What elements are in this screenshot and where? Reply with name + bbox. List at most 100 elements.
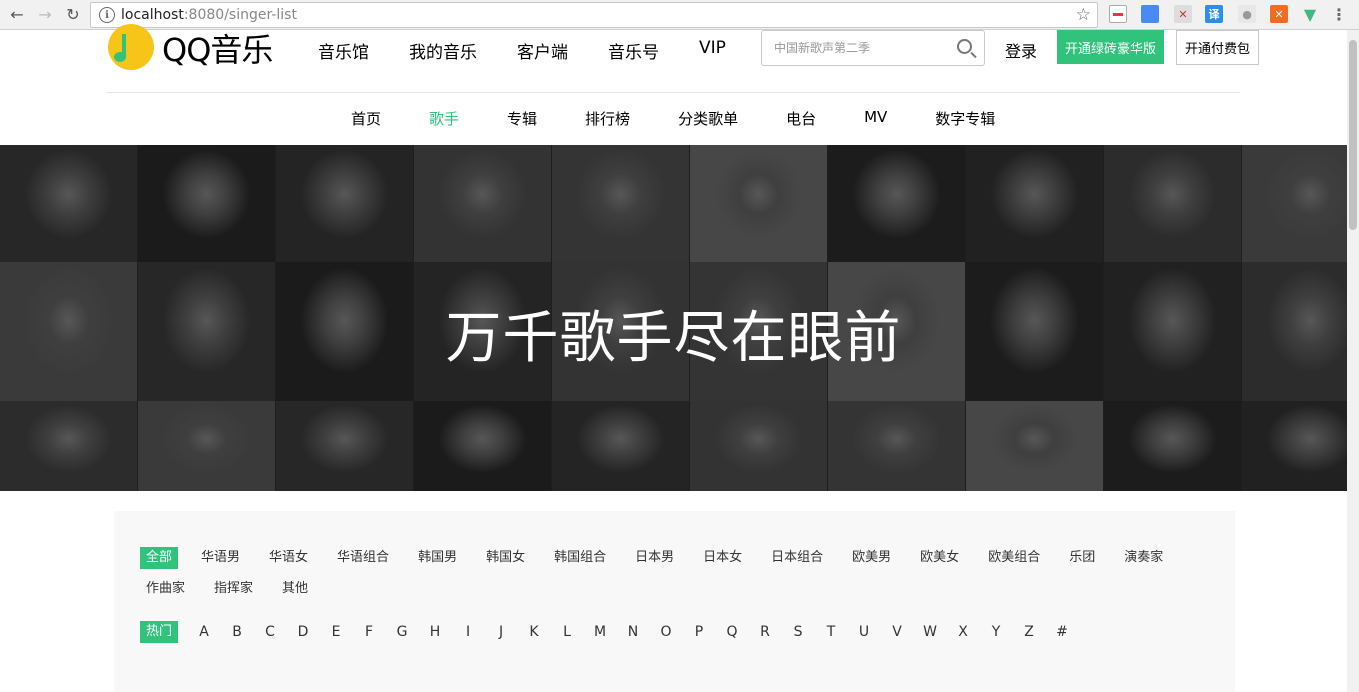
singer-photo-tile — [276, 145, 413, 262]
url-host: localhost — [121, 7, 184, 23]
paid-package-button[interactable]: 开通付费包 — [1176, 30, 1259, 65]
letter-filter[interactable]: V — [890, 624, 904, 640]
letter-filter[interactable]: B — [230, 624, 244, 640]
banner-title: 万千歌手尽在眼前 — [445, 306, 902, 371]
singer-photo-tile — [966, 401, 1103, 491]
letter-filter[interactable]: # — [1055, 624, 1069, 640]
letter-filter[interactable]: I — [461, 624, 475, 640]
letter-filter[interactable]: O — [659, 624, 673, 640]
vue-devtools-icon[interactable]: ▼ — [1301, 5, 1319, 24]
category-tag[interactable]: 乐团 — [1063, 547, 1101, 569]
singer-photo-tile — [828, 401, 965, 491]
menu-icon[interactable]: ⋮ — [1330, 5, 1348, 24]
letter-filter[interactable]: S — [791, 624, 805, 640]
sub-nav-item-album[interactable]: 专辑 — [507, 108, 537, 129]
extension-icon-3[interactable]: ✕ — [1174, 5, 1192, 23]
category-tag[interactable]: 日本组合 — [765, 547, 829, 569]
top-nav-item-music-hall[interactable]: 音乐馆 — [318, 38, 369, 63]
search-icon[interactable] — [957, 39, 972, 54]
login-link[interactable]: 登录 — [1005, 38, 1037, 62]
header-divider — [106, 92, 1240, 93]
singer-photo-tile — [1104, 145, 1241, 262]
category-tag[interactable]: 其他 — [276, 578, 314, 600]
sub-nav-item-mv[interactable]: MV — [864, 108, 887, 129]
top-nav-item-music-account[interactable]: 音乐号 — [608, 38, 659, 63]
sub-nav-item-radio[interactable]: 电台 — [786, 108, 816, 129]
sub-nav-item-charts[interactable]: 排行榜 — [585, 108, 630, 129]
extension-icon-2[interactable] — [1141, 5, 1159, 23]
letter-filter[interactable]: Z — [1022, 624, 1036, 640]
info-icon[interactable]: i — [99, 7, 115, 23]
category-tag[interactable]: 日本男 — [629, 547, 680, 569]
category-tag[interactable]: 华语组合 — [331, 547, 395, 569]
logo-text: QQ音乐 — [162, 31, 273, 69]
top-nav-item-client[interactable]: 客户端 — [517, 38, 568, 63]
letter-filter[interactable]: A — [197, 624, 211, 640]
letter-filter[interactable]: H — [428, 624, 442, 640]
singer-photo-tile — [552, 401, 689, 491]
logo[interactable]: QQ音乐 — [108, 24, 273, 70]
extension-icon-1[interactable] — [1109, 5, 1127, 23]
letter-filter[interactable]: P — [692, 624, 706, 640]
letter-filter[interactable]: K — [527, 624, 541, 640]
category-tag[interactable]: 欧美女 — [914, 547, 965, 569]
letter-filter[interactable]: D — [296, 624, 310, 640]
forward-icon[interactable]: → — [34, 4, 56, 26]
category-tag[interactable]: 演奏家 — [1118, 547, 1169, 569]
category-tag[interactable]: 华语男 — [195, 547, 246, 569]
letter-filter[interactable]: N — [626, 624, 640, 640]
category-tag[interactable]: 韩国组合 — [548, 547, 612, 569]
singer-photo-tile — [690, 145, 827, 262]
singer-photo-tile — [552, 145, 689, 262]
page-scrollbar[interactable] — [1347, 30, 1359, 692]
sub-nav-item-home[interactable]: 首页 — [351, 108, 381, 129]
singer-photo-tile — [690, 401, 827, 491]
singer-banner: 万千歌手尽在眼前 — [0, 145, 1347, 491]
letter-filter[interactable]: J — [494, 624, 508, 640]
letter-filter[interactable]: Y — [989, 624, 1003, 640]
category-tag[interactable]: 欧美男 — [846, 547, 897, 569]
back-icon[interactable]: ← — [6, 4, 28, 26]
letter-filter[interactable]: M — [593, 624, 607, 640]
category-tag[interactable]: 欧美组合 — [982, 547, 1046, 569]
sub-nav-item-digital-album[interactable]: 数字专辑 — [935, 108, 995, 129]
letter-filter[interactable]: C — [263, 624, 277, 640]
category-tag[interactable]: 指挥家 — [208, 578, 259, 600]
letter-filter[interactable]: Q — [725, 624, 739, 640]
category-tag[interactable]: 作曲家 — [140, 578, 191, 600]
letter-filter[interactable]: E — [329, 624, 343, 640]
logo-note-icon — [108, 24, 154, 70]
top-nav-item-my-music[interactable]: 我的音乐 — [409, 38, 477, 63]
reload-icon[interactable]: ↻ — [62, 4, 84, 26]
letter-filter[interactable]: 热门 — [140, 621, 179, 643]
letter-filter[interactable]: U — [857, 624, 871, 640]
category-tag[interactable]: 韩国女 — [480, 547, 531, 569]
letter-filter[interactable]: G — [395, 624, 409, 640]
category-tag[interactable]: 全部 — [140, 547, 179, 569]
extension-icon-6[interactable]: ✕ — [1270, 5, 1288, 23]
singer-photo-tile — [1104, 401, 1241, 491]
letter-filter[interactable]: W — [923, 624, 937, 640]
top-nav-item-vip[interactable]: VIP — [699, 38, 726, 63]
sub-nav-item-playlists[interactable]: 分类歌单 — [678, 108, 738, 129]
bookmark-star-icon[interactable]: ☆ — [1076, 5, 1091, 25]
extension-icon-5[interactable]: ● — [1238, 5, 1256, 23]
url-path: :8080/singer-list — [183, 7, 297, 23]
letter-filter[interactable]: T — [824, 624, 838, 640]
letter-filter[interactable]: X — [956, 624, 970, 640]
search-input[interactable] — [774, 32, 954, 64]
green-diamond-button[interactable]: 开通绿砖豪华版 — [1057, 30, 1164, 64]
category-tag[interactable]: 华语女 — [263, 547, 314, 569]
category-tag[interactable]: 韩国男 — [412, 547, 463, 569]
scrollbar-thumb[interactable] — [1349, 40, 1357, 230]
letter-filter[interactable]: R — [758, 624, 772, 640]
translate-icon[interactable]: 译 — [1205, 5, 1223, 23]
singer-photo-tile — [276, 401, 413, 491]
category-tag[interactable]: 日本女 — [697, 547, 748, 569]
letter-filter[interactable]: F — [362, 624, 376, 640]
singer-photo-tile — [828, 145, 965, 262]
singer-photo-tile — [1242, 145, 1347, 262]
letter-filter[interactable]: L — [560, 624, 574, 640]
sub-nav-item-singer[interactable]: 歌手 — [429, 108, 459, 129]
singer-photo-tile — [0, 401, 137, 491]
